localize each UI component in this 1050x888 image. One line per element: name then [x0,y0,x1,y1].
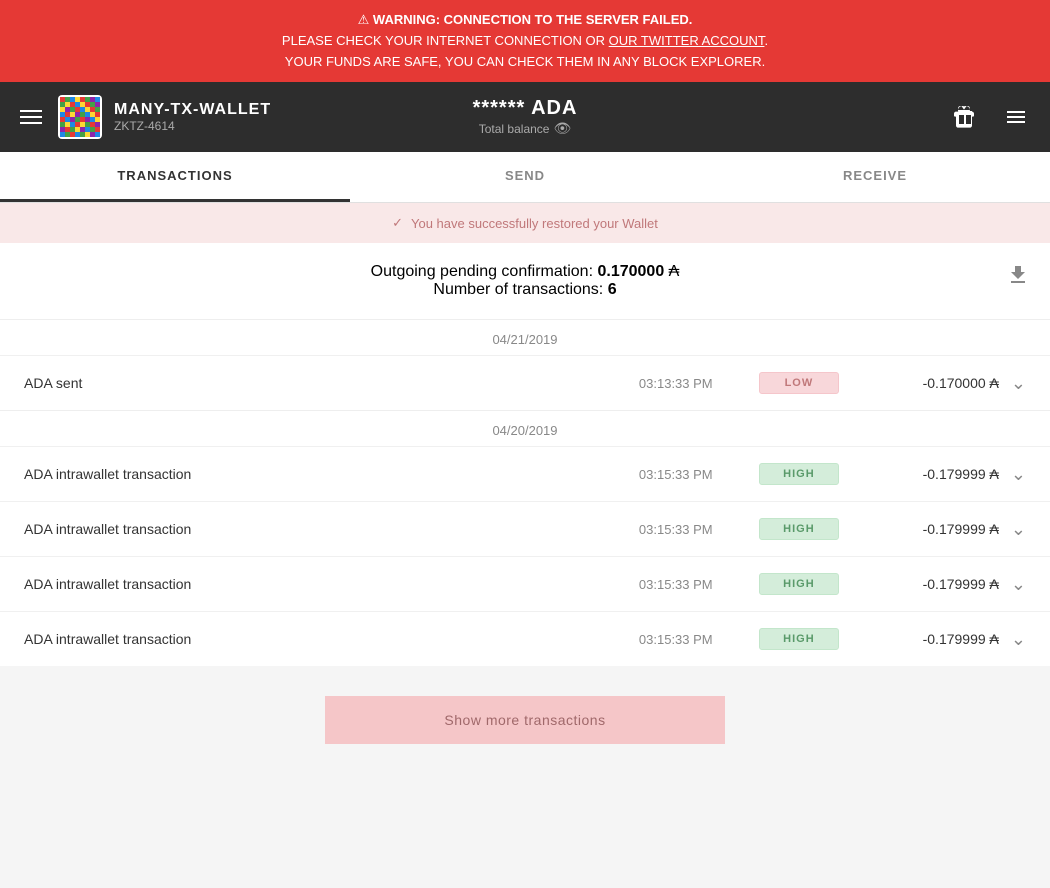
tx-type: ADA sent [24,375,639,391]
summary-line2: Number of transactions: 6 [20,281,1030,299]
table-row: ADA intrawallet transaction 03:15:33 PM … [0,611,1050,666]
date-separator-1: 04/21/2019 [0,319,1050,355]
tx-type: ADA intrawallet transaction [24,576,639,592]
balance-amount: ****** ADA [473,97,578,120]
warning-banner: ⚠ WARNING: CONNECTION TO THE SERVER FAIL… [0,0,1050,82]
expand-icon[interactable]: ⌄ [1011,629,1026,650]
warning-line3: YOUR FUNDS ARE SAFE, YOU CAN CHECK THEM … [285,54,765,69]
tx-time: 03:15:33 PM [639,522,759,537]
summary-line1: Outgoing pending confirmation: 0.170000 … [20,263,1030,281]
warning-line2-prefix: PLEASE CHECK YOUR INTERNET CONNECTION OR [282,33,609,48]
summary-label: Outgoing pending confirmation: [371,263,593,280]
tab-transactions[interactable]: TRANSACTIONS [0,152,350,202]
wallet-info: MANY-TX-WALLET ZKTZ-4614 [114,101,271,133]
tx-amount: -0.170000 ₳ [839,375,999,391]
tx-time: 03:15:33 PM [639,632,759,647]
expand-icon[interactable]: ⌄ [1011,464,1026,485]
warning-line1: WARNING: CONNECTION TO THE SERVER FAILED… [373,12,692,27]
tx-badge-high: HIGH [759,518,839,540]
expand-icon[interactable]: ⌄ [1011,519,1026,540]
tx-amount: -0.179999 ₳ [839,466,999,482]
summary: Outgoing pending confirmation: 0.170000 … [0,243,1050,319]
show-more-container: Show more transactions [0,666,1050,774]
header: MANY-TX-WALLET ZKTZ-4614 ****** ADA Tota… [0,82,1050,152]
nav-tabs: TRANSACTIONS SEND RECEIVE [0,152,1050,203]
tx-count: 6 [608,281,617,298]
tx-badge-low: LOW [759,372,839,394]
tx-badge-high: HIGH [759,573,839,595]
table-row: ADA sent 03:13:33 PM LOW -0.170000 ₳ ⌄ [0,355,1050,410]
tx-amount: -0.179999 ₳ [839,631,999,647]
table-row: ADA intrawallet transaction 03:15:33 PM … [0,556,1050,611]
tx-amount: -0.179999 ₳ [839,521,999,537]
success-banner: ✓ You have successfully restored your Wa… [0,203,1050,243]
show-more-button[interactable]: Show more transactions [325,696,725,744]
ada-symbol: ₳ [669,263,680,280]
main-content: Outgoing pending confirmation: 0.170000 … [0,243,1050,666]
export-button[interactable] [1006,263,1030,293]
eye-icon[interactable]: 👁 [553,120,571,137]
wallet-avatar [58,95,102,139]
tab-send[interactable]: SEND [350,152,700,202]
wallet-pixel-art [60,97,100,137]
header-right [946,99,1034,135]
success-message: You have successfully restored your Wall… [411,216,658,231]
tx-time: 03:15:33 PM [639,577,759,592]
gift-icon[interactable] [946,99,982,135]
wallet-name: MANY-TX-WALLET [114,101,271,119]
tx-count-label: Number of transactions: [433,281,603,298]
tx-time: 03:13:33 PM [639,376,759,391]
settings-icon[interactable] [998,99,1034,135]
tx-type: ADA intrawallet transaction [24,466,639,482]
tab-receive[interactable]: RECEIVE [700,152,1050,202]
tx-amount: -0.179999 ₳ [839,576,999,592]
tx-badge-high: HIGH [759,628,839,650]
table-row: ADA intrawallet transaction 03:15:33 PM … [0,501,1050,556]
check-icon: ✓ [392,215,403,231]
tx-time: 03:15:33 PM [639,467,759,482]
warning-icon: ⚠ [358,12,370,27]
menu-button[interactable] [16,106,46,128]
balance-label: Total balance 👁 [473,120,578,137]
table-row: ADA intrawallet transaction 03:15:33 PM … [0,446,1050,501]
tx-badge-high: HIGH [759,463,839,485]
wallet-id: ZKTZ-4614 [114,119,271,133]
date-separator-2: 04/20/2019 [0,410,1050,446]
summary-amount: 0.170000 [597,263,664,280]
expand-icon[interactable]: ⌄ [1011,373,1026,394]
header-center: ****** ADA Total balance 👁 [473,97,578,137]
tx-type: ADA intrawallet transaction [24,631,639,647]
expand-icon[interactable]: ⌄ [1011,574,1026,595]
twitter-link[interactable]: OUR TWITTER ACCOUNT [609,33,765,48]
tx-type: ADA intrawallet transaction [24,521,639,537]
